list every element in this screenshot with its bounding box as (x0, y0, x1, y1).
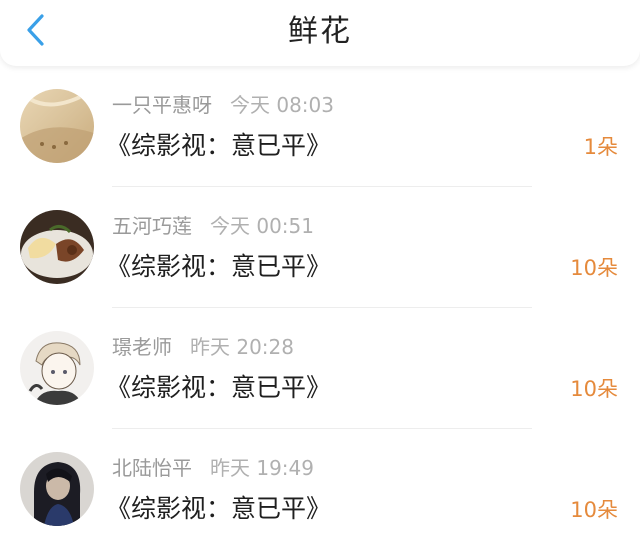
avatar[interactable] (20, 89, 94, 163)
list-item[interactable]: 一只平惠呀 今天 08:03 《综影视：意已平》 1朵 (0, 66, 640, 187)
page-title: 鲜花 (288, 14, 352, 49)
user-name-text: 北陆怡平 (112, 456, 192, 480)
user-name: 北陆怡平 昨天 19:49 (112, 455, 314, 481)
book-title: 《综影视：意已平》 (106, 494, 332, 523)
flower-count: 1朵 (583, 135, 618, 159)
flower-count: 10朵 (570, 498, 618, 522)
timestamp: 今天 08:03 (230, 93, 334, 117)
user-name-text: 璟老师 (112, 335, 172, 359)
user-name-text: 五河巧莲 (112, 214, 192, 238)
timestamp: 今天 00:51 (210, 214, 314, 238)
timestamp: 昨天 20:28 (190, 335, 294, 359)
user-name: 五河巧莲 今天 00:51 (112, 213, 314, 239)
avatar[interactable] (20, 331, 94, 405)
avatar[interactable] (20, 210, 94, 284)
top-bar: 鲜花 (0, 0, 640, 66)
flower-count: 10朵 (570, 256, 618, 280)
list-item[interactable]: 北陆怡平 昨天 19:49 《综影视：意已平》 10朵 (0, 429, 640, 550)
timestamp: 昨天 19:49 (210, 456, 314, 480)
book-title: 《综影视：意已平》 (106, 131, 332, 160)
list-item[interactable]: 五河巧莲 今天 00:51 《综影视：意已平》 10朵 (0, 187, 640, 308)
user-name: 一只平惠呀 今天 08:03 (112, 92, 334, 118)
book-title: 《综影视：意已平》 (106, 373, 332, 402)
book-title: 《综影视：意已平》 (106, 252, 332, 281)
list-item[interactable]: 璟老师 昨天 20:28 《综影视：意已平》 10朵 (0, 308, 640, 429)
user-name: 璟老师 昨天 20:28 (112, 334, 294, 360)
user-name-text: 一只平惠呀 (112, 93, 212, 117)
avatar[interactable] (20, 452, 94, 526)
flower-count: 10朵 (570, 377, 618, 401)
flower-list: 一只平惠呀 今天 08:03 《综影视：意已平》 1朵 五河巧莲 今天 00:51 … (0, 66, 640, 550)
